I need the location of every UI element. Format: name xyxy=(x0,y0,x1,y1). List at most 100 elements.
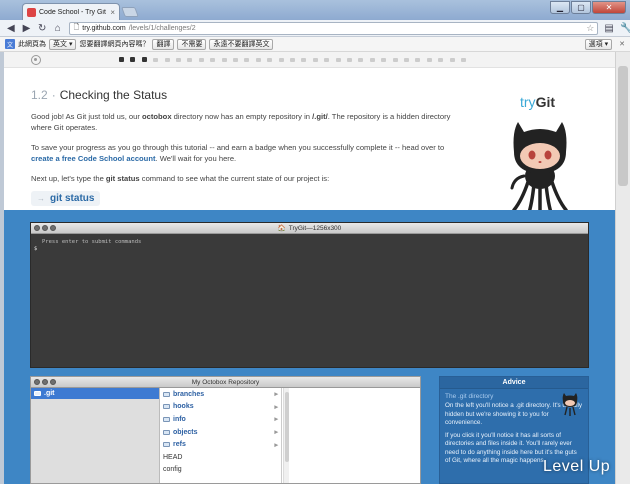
repo-window-buttons xyxy=(34,379,56,385)
progress-step[interactable] xyxy=(164,58,170,62)
repo-entry[interactable]: info ▸ xyxy=(160,413,281,426)
maximize-dot-icon[interactable] xyxy=(50,379,56,385)
terminal-prompt[interactable]: $ xyxy=(31,245,588,252)
create-account-link[interactable]: create a free Code School account xyxy=(31,154,156,163)
progress-step[interactable] xyxy=(438,58,444,62)
workspace-area: 🏠 TryGit—1256x300 Press enter to submit … xyxy=(4,210,615,484)
minimize-button[interactable]: ▁ xyxy=(550,1,570,14)
scrollbar-thumb[interactable] xyxy=(618,66,628,186)
progress-step[interactable] xyxy=(449,58,455,62)
progress-step[interactable] xyxy=(130,57,136,62)
chevron-right-icon: ▸ xyxy=(274,441,278,449)
progress-step[interactable] xyxy=(301,58,307,62)
folder-icon xyxy=(163,391,170,397)
folder-icon xyxy=(163,442,170,448)
levels-home-icon[interactable] xyxy=(31,55,41,65)
progress-step[interactable] xyxy=(369,58,375,62)
browser-tab[interactable]: Code School - Try Git × xyxy=(22,3,120,20)
entry-name: objects xyxy=(173,428,198,436)
repo-entry[interactable]: config xyxy=(160,464,281,477)
translate-bar: 文 此網頁為 英文 ▾ 您要翻譯網頁內容嗎？ 翻譯 不需要 永遠不要翻譯英文 選… xyxy=(0,37,630,52)
repo-scrollbar[interactable] xyxy=(283,388,289,483)
minimize-dot-icon[interactable] xyxy=(42,225,48,231)
progress-step[interactable] xyxy=(381,58,387,62)
chevron-right-icon: ▸ xyxy=(274,403,278,411)
progress-step[interactable] xyxy=(335,58,341,62)
maximize-dot-icon[interactable] xyxy=(50,225,56,231)
new-tab-button[interactable] xyxy=(121,7,139,17)
page-icon: 🗋 xyxy=(73,23,80,31)
tab-close-icon[interactable]: × xyxy=(110,8,119,17)
close-dot-icon[interactable] xyxy=(34,225,40,231)
command-text: git status xyxy=(50,193,95,204)
terminal-window[interactable]: 🏠 TryGit—1256x300 Press enter to submit … xyxy=(30,222,589,368)
progress-step[interactable] xyxy=(267,58,273,62)
page-scrollbar[interactable] xyxy=(615,52,630,484)
home-icon[interactable]: ⌂ xyxy=(53,23,63,34)
arrow-right-icon: → xyxy=(37,194,45,203)
lesson-paragraph-1: Good job! As Git just told us, our octob… xyxy=(31,112,451,132)
repo-entry[interactable]: HEAD xyxy=(160,451,281,464)
window-titlebar: Code School - Try Git × ▁ ▢ ✕ xyxy=(0,0,630,20)
never-translate-button[interactable]: 永遠不要翻譯英文 xyxy=(209,38,274,50)
repository-titlebar: My Octobox Repository xyxy=(31,377,420,388)
progress-step[interactable] xyxy=(358,58,364,62)
entry-name: refs xyxy=(173,441,186,449)
folder-name: .git xyxy=(44,390,55,397)
repo-entry[interactable]: objects ▸ xyxy=(160,426,281,439)
advice-title: Advice xyxy=(440,377,588,389)
progress-step[interactable] xyxy=(255,58,261,62)
maximize-button[interactable]: ▢ xyxy=(571,1,591,14)
page-content: 1.2 · Checking the Status Good job! As Git… xyxy=(4,52,615,484)
octocat-small-icon xyxy=(562,393,578,416)
window-controls: ▁ ▢ ✕ xyxy=(550,1,626,14)
chevron-right-icon: ▸ xyxy=(274,391,278,399)
progress-step[interactable] xyxy=(176,58,181,62)
progress-step[interactable] xyxy=(233,58,238,62)
progress-step[interactable] xyxy=(221,58,227,62)
back-icon[interactable]: ◀ xyxy=(6,23,16,34)
progress-step[interactable] xyxy=(153,58,159,62)
repo-root-column: .git xyxy=(31,388,160,483)
progress-step[interactable] xyxy=(198,58,204,62)
progress-step[interactable] xyxy=(312,58,318,62)
progress-step[interactable] xyxy=(392,58,398,62)
progress-step[interactable] xyxy=(426,58,432,62)
bookmark-star-icon[interactable]: ☆ xyxy=(586,23,594,34)
progress-step[interactable] xyxy=(461,58,466,62)
repo-entry[interactable]: branches ▸ xyxy=(160,388,281,401)
minimize-dot-icon[interactable] xyxy=(42,379,48,385)
progress-step[interactable] xyxy=(404,58,409,62)
forward-icon[interactable]: ▶ xyxy=(22,23,32,34)
entry-name: config xyxy=(163,466,182,474)
translate-button[interactable]: 翻譯 xyxy=(152,38,175,50)
translate-close-icon[interactable]: ✕ xyxy=(619,40,625,48)
lesson-number: 1.2 xyxy=(31,88,48,102)
repository-title: My Octobox Repository xyxy=(191,378,260,386)
repo-entry[interactable]: hooks ▸ xyxy=(160,401,281,414)
language-select[interactable]: 英文 ▾ xyxy=(49,38,77,50)
progress-step[interactable] xyxy=(119,57,124,62)
suggested-command[interactable]: → git status xyxy=(31,191,101,206)
progress-step[interactable] xyxy=(141,57,147,62)
close-dot-icon[interactable] xyxy=(34,379,40,385)
progress-step[interactable] xyxy=(290,58,295,62)
address-bar[interactable]: 🗋 try.github.com/levels/1/challenges/2 ☆ xyxy=(68,21,599,35)
progress-step[interactable] xyxy=(278,58,284,62)
git-folder-selected[interactable]: .git xyxy=(31,388,159,399)
reload-icon[interactable]: ↻ xyxy=(37,23,47,34)
progress-step[interactable] xyxy=(187,58,193,62)
progress-step[interactable] xyxy=(347,58,352,62)
repo-entry[interactable]: refs ▸ xyxy=(160,438,281,451)
no-thanks-button[interactable]: 不需要 xyxy=(177,38,207,50)
url-path: /levels/1/challenges/2 xyxy=(128,24,196,32)
progress-step[interactable] xyxy=(324,58,330,62)
options-button[interactable]: 選項 ▾ xyxy=(584,38,613,50)
settings-wrench-icon[interactable]: 🔧 xyxy=(620,23,630,34)
progress-step[interactable] xyxy=(244,58,250,62)
page-menu-icon[interactable]: ▤ xyxy=(604,23,614,34)
progress-step[interactable] xyxy=(210,58,216,62)
entry-name: branches xyxy=(173,390,205,398)
close-window-button[interactable]: ✕ xyxy=(592,1,626,14)
progress-step[interactable] xyxy=(415,58,421,62)
